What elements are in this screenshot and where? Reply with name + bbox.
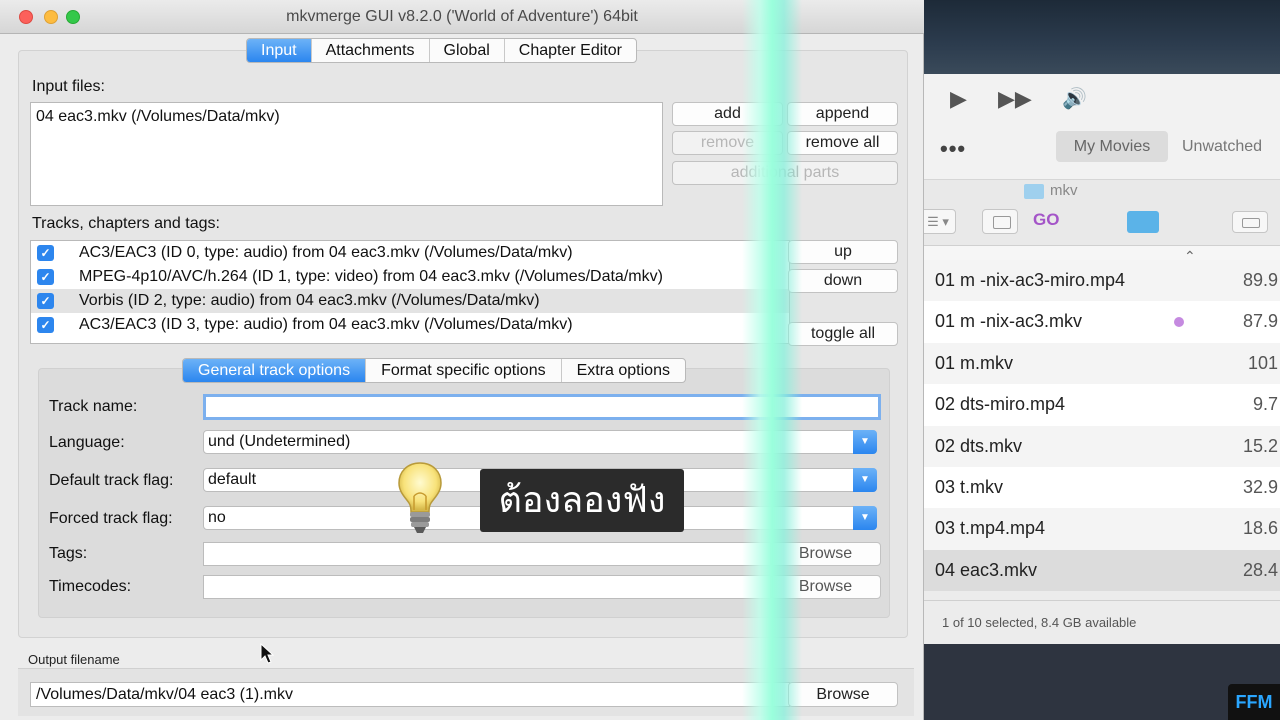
caption-box: ต้องลองฟัง bbox=[480, 469, 684, 532]
chevron-down-icon[interactable]: ▼ bbox=[853, 506, 877, 530]
track-option-tabs: General track options Format specific op… bbox=[182, 358, 686, 383]
view-options-button[interactable]: ☰ ▾ bbox=[920, 209, 956, 234]
more-icon[interactable]: ••• bbox=[940, 136, 966, 162]
tab-my-movies[interactable]: My Movies bbox=[1056, 131, 1168, 162]
track-label: Vorbis (ID 2, type: audio) from 04 eac3.… bbox=[79, 292, 540, 309]
tag-button[interactable] bbox=[1232, 211, 1268, 233]
file-name: 02 dts-miro.mp4 bbox=[935, 394, 1066, 415]
file-size: 18.6 bbox=[1242, 518, 1278, 539]
light-bulb-icon bbox=[398, 462, 442, 533]
append-button[interactable]: append bbox=[787, 102, 898, 126]
fast-forward-icon[interactable]: ▶▶ bbox=[998, 86, 1032, 112]
tracks-list: ✓ AC3/EAC3 (ID 0, type: audio) from 04 e… bbox=[30, 240, 790, 344]
file-name: 01 m -nix-ac3.mkv bbox=[935, 311, 1083, 332]
file-name: 02 dts.mkv bbox=[935, 435, 1023, 456]
tab-general-track-options[interactable]: General track options bbox=[183, 359, 367, 382]
file-size: 32.9 bbox=[1242, 476, 1278, 497]
chevron-down-icon[interactable]: ▼ bbox=[853, 430, 877, 454]
tab-extra-options[interactable]: Extra options bbox=[562, 359, 685, 382]
tab-global[interactable]: Global bbox=[430, 39, 505, 62]
list-item[interactable]: 01 m -nix-ac3.mkv 87.9 bbox=[900, 301, 1280, 343]
volume-icon[interactable]: 🔊 bbox=[1062, 86, 1087, 111]
list-item[interactable]: 02 dts.mkv 15.2 bbox=[900, 425, 1280, 467]
input-files-label: Input files: bbox=[32, 78, 105, 95]
folder-icon[interactable] bbox=[1127, 211, 1159, 233]
video-backdrop-bottom bbox=[900, 644, 1280, 720]
file-name: 03 t.mp4.mp4 bbox=[935, 518, 1046, 539]
transition-glow bbox=[742, 0, 802, 720]
forced-flag-value: no bbox=[208, 509, 226, 526]
tab-unwatched[interactable]: Unwatched bbox=[1182, 131, 1262, 162]
forced-flag-label: Forced track flag: bbox=[49, 510, 173, 527]
new-folder-button[interactable] bbox=[982, 209, 1018, 234]
track-name-label: Track name: bbox=[49, 398, 138, 415]
list-item[interactable]: 01 m.mkv 101 bbox=[900, 342, 1280, 385]
file-name: 04 eac3.mkv bbox=[935, 559, 1038, 580]
output-browse-button[interactable]: Browse bbox=[788, 682, 898, 707]
track-row[interactable]: ✓ MPEG-4p10/AVC/h.264 (ID 1, type: video… bbox=[31, 265, 789, 289]
list-item[interactable]: 03 t.mp4.mp4 18.6 bbox=[900, 508, 1280, 550]
track-row-selected[interactable]: ✓ Vorbis (ID 2, type: audio) from 04 eac… bbox=[31, 289, 789, 313]
status-bar: 1 of 10 selected, 8.4 GB available bbox=[900, 600, 1280, 644]
path-label: mkv bbox=[1050, 182, 1078, 199]
language-value: und (Undetermined) bbox=[208, 433, 351, 450]
caption-text: ต้องลองฟัง bbox=[498, 480, 666, 521]
remove-all-button[interactable]: remove all bbox=[787, 131, 898, 155]
default-flag-value: default bbox=[208, 471, 257, 488]
player-toolbar: ▶ ▶▶ 🔊 bbox=[900, 74, 1280, 180]
finder-window: ▶ ▶▶ 🔊 ••• My Movies Unwatched mkv ☰ ▾ G… bbox=[900, 0, 1280, 720]
timecodes-label: Timecodes: bbox=[49, 578, 132, 595]
list-item[interactable]: 03 t.mkv 32.9 bbox=[900, 466, 1280, 509]
file-name: 01 m.mkv bbox=[935, 352, 1014, 373]
track-label: MPEG-4p10/AVC/h.264 (ID 1, type: video) … bbox=[79, 268, 663, 285]
video-backdrop bbox=[900, 0, 1280, 74]
file-name: 01 m -nix-ac3-miro.mp4 bbox=[935, 270, 1126, 290]
chevron-down-icon[interactable]: ▼ bbox=[853, 468, 877, 492]
output-filename-label: Output filename bbox=[28, 652, 120, 667]
list-item[interactable]: 02 dts-miro.mp4 9.7 bbox=[900, 384, 1280, 426]
input-file-item[interactable]: 04 eac3.mkv (/Volumes/Data/mkv) bbox=[36, 108, 280, 126]
tag-dot-icon bbox=[1174, 317, 1184, 328]
file-list: 01 m -nix-ac3-miro.mp4 89.9 01 m -nix-ac… bbox=[900, 260, 1280, 592]
checkbox-checked-icon[interactable]: ✓ bbox=[37, 317, 54, 333]
checkbox-checked-icon[interactable]: ✓ bbox=[37, 245, 54, 261]
down-button[interactable]: down bbox=[788, 269, 898, 293]
mouse-cursor-icon bbox=[260, 643, 275, 664]
folder-icon bbox=[1024, 184, 1044, 199]
checkbox-checked-icon[interactable]: ✓ bbox=[37, 293, 54, 309]
language-label: Language: bbox=[49, 434, 125, 451]
track-label: AC3/EAC3 (ID 3, type: audio) from 04 eac… bbox=[79, 316, 573, 333]
go-icon[interactable]: GO bbox=[1033, 210, 1059, 230]
main-tabs: Input Attachments Global Chapter Editor bbox=[246, 38, 637, 63]
track-row[interactable]: ✓ AC3/EAC3 (ID 0, type: audio) from 04 e… bbox=[31, 241, 789, 265]
up-button[interactable]: up bbox=[788, 240, 898, 264]
track-label: AC3/EAC3 (ID 0, type: audio) from 04 eac… bbox=[79, 244, 573, 261]
file-size: 15.2 bbox=[1242, 435, 1278, 456]
tab-input[interactable]: Input bbox=[247, 39, 312, 62]
play-icon[interactable]: ▶ bbox=[950, 86, 967, 112]
file-size: 101 bbox=[1247, 352, 1278, 373]
timecodes-input[interactable] bbox=[203, 575, 771, 599]
tracks-label: Tracks, chapters and tags: bbox=[32, 215, 220, 232]
file-size: 87.9 bbox=[1242, 311, 1278, 332]
file-size: 9.7 bbox=[1252, 394, 1278, 415]
file-size: 89.9 bbox=[1242, 270, 1278, 290]
track-row[interactable]: ✓ AC3/EAC3 (ID 3, type: audio) from 04 e… bbox=[31, 313, 789, 337]
checkbox-checked-icon[interactable]: ✓ bbox=[37, 269, 54, 285]
tab-attachments[interactable]: Attachments bbox=[312, 39, 430, 62]
file-size: 28.4 bbox=[1242, 559, 1278, 580]
path-bar bbox=[900, 180, 1280, 246]
ffm-logo: FFM bbox=[1228, 684, 1280, 720]
default-flag-label: Default track flag: bbox=[49, 472, 174, 489]
output-filename-input[interactable]: /Volumes/Data/mkv/04 eac3 (1).mkv bbox=[30, 682, 790, 707]
list-item-selected[interactable]: 04 eac3.mkv 28.4 bbox=[900, 549, 1280, 592]
file-name: 03 t.mkv bbox=[935, 476, 1004, 497]
tags-input[interactable] bbox=[203, 542, 771, 566]
tab-format-specific-options[interactable]: Format specific options bbox=[366, 359, 562, 382]
tab-chapter-editor[interactable]: Chapter Editor bbox=[505, 39, 636, 62]
list-item[interactable]: 01 m -nix-ac3-miro.mp4 89.9 bbox=[900, 260, 1280, 302]
tags-label: Tags: bbox=[49, 545, 88, 562]
toggle-all-button[interactable]: toggle all bbox=[788, 322, 898, 346]
